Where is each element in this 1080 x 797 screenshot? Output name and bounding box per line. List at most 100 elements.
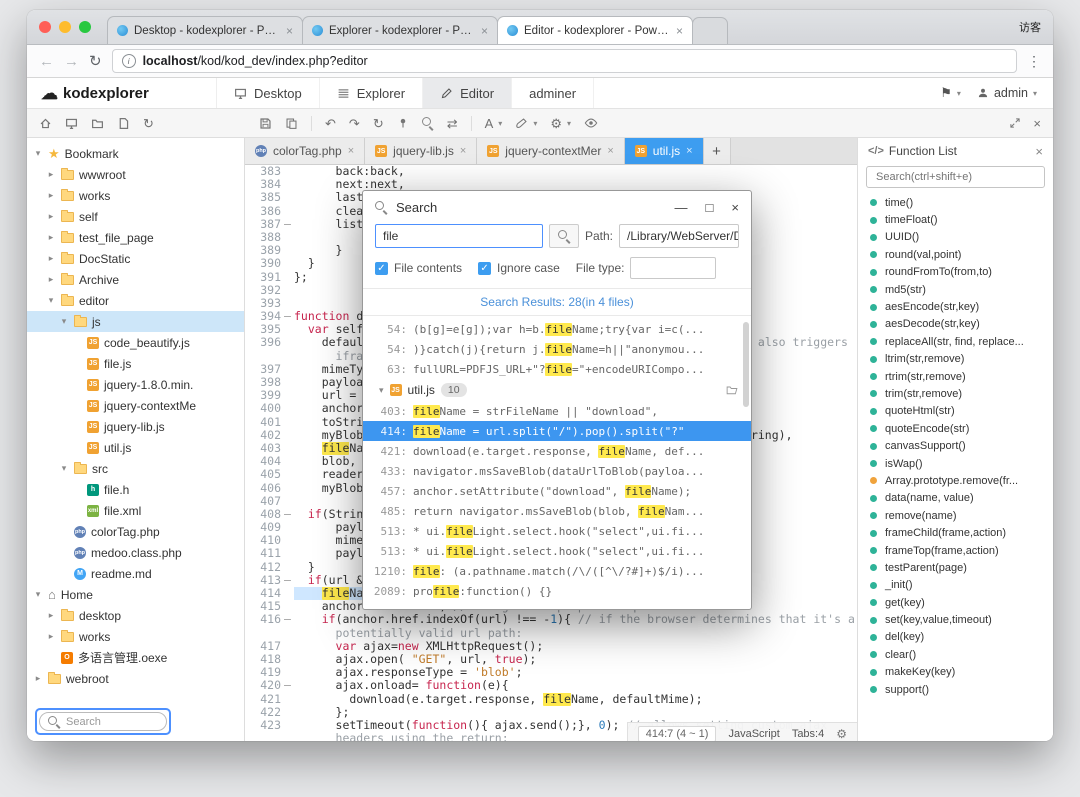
function-list-item[interactable]: round(val,point) — [858, 246, 1053, 263]
tab-close-icon[interactable]: × — [286, 24, 293, 38]
search-result-row[interactable]: 1210:file: (a.pathname.match(/\/([^\/?#]… — [363, 561, 751, 581]
tree-item-Home[interactable]: ▾⌂Home — [27, 584, 244, 605]
fold-marker-icon[interactable]: – — [281, 310, 294, 323]
function-list-item[interactable]: time() — [858, 194, 1053, 211]
refresh-button[interactable]: ↻ — [373, 117, 384, 130]
path-input[interactable]: /Library/WebServer/D — [619, 224, 739, 248]
expand-arrow-icon[interactable]: ▾ — [59, 463, 69, 474]
browser-tab[interactable]: Desktop - kodexplorer - Power× — [107, 16, 303, 44]
function-list-item[interactable]: isWap() — [858, 455, 1053, 472]
site-info-icon[interactable]: i — [122, 54, 136, 68]
theme-button[interactable]: ▾ — [515, 117, 537, 130]
editor-tab-colorTag.php[interactable]: phpcolorTag.php× — [245, 138, 365, 164]
search-result-row[interactable]: 403:fileName = strFileName || "download"… — [363, 401, 751, 421]
tree-item-works[interactable]: ▸works — [27, 626, 244, 647]
home-button[interactable] — [39, 117, 52, 130]
close-button[interactable]: × — [1033, 117, 1041, 130]
close-icon[interactable]: × — [731, 200, 739, 215]
search-query-input[interactable] — [375, 224, 543, 248]
back-icon[interactable]: ← — [39, 54, 54, 69]
search-button[interactable] — [549, 224, 579, 248]
fold-marker-icon[interactable]: – — [281, 613, 294, 626]
code-line[interactable]: 421 download(e.target.response, fileName… — [245, 693, 857, 706]
open-folder-icon[interactable] — [725, 384, 739, 396]
minimize-window-button[interactable] — [59, 21, 71, 33]
function-list-item[interactable]: testParent(page) — [858, 559, 1053, 576]
tree-item-test_file_page[interactable]: ▸test_file_page — [27, 227, 244, 248]
code-line[interactable]: 383 back:back, — [245, 165, 857, 178]
function-list-item[interactable]: md5(str) — [858, 281, 1053, 298]
refresh-button[interactable]: ↻ — [143, 117, 154, 130]
expand-arrow-icon[interactable]: ▸ — [46, 190, 56, 201]
function-list-item[interactable]: frameTop(frame,action) — [858, 542, 1053, 559]
code-line[interactable]: 417 var ajax=new XMLHttpRequest(); — [245, 640, 857, 653]
tree-item-medoo.class.php[interactable]: phpmedoo.class.php — [27, 542, 244, 563]
function-list-item[interactable]: clear() — [858, 646, 1053, 663]
expand-arrow-icon[interactable]: ▸ — [46, 631, 56, 642]
url-field[interactable]: i localhost/kod/kod_dev/index.php?editor — [112, 49, 1017, 73]
nav-item-adminer[interactable]: adminer — [512, 78, 594, 108]
function-list-item[interactable]: get(key) — [858, 594, 1053, 611]
ignore-case-checkbox[interactable] — [478, 262, 491, 275]
function-list-item[interactable]: support() — [858, 681, 1053, 698]
undo-button[interactable]: ↶ — [325, 117, 336, 130]
function-list-item[interactable]: replaceAll(str, find, replace... — [858, 333, 1053, 350]
font-size-button[interactable]: A▾ — [485, 117, 503, 130]
function-list-item[interactable]: quoteHtml(str) — [858, 403, 1053, 420]
expand-arrow-icon[interactable]: ▾ — [33, 589, 43, 600]
fold-marker-icon[interactable]: – — [281, 574, 294, 587]
function-list-item[interactable]: makeKey(key) — [858, 664, 1053, 681]
new-folder-button[interactable] — [91, 117, 104, 130]
tree-item-jquery-contextMe[interactable]: JSjquery-contextMe — [27, 395, 244, 416]
expand-arrow-icon[interactable]: ▾ — [33, 148, 43, 159]
search-result-row[interactable]: 54:(b[g]=e[g]);var h=b.fileName;try{var … — [363, 319, 751, 339]
search-result-row[interactable]: 457:anchor.setAttribute("download", file… — [363, 481, 751, 501]
search-result-row[interactable]: 421:download(e.target.response, fileName… — [363, 441, 751, 461]
tab-close-icon[interactable]: × — [676, 24, 683, 38]
tab-close-icon[interactable]: × — [348, 145, 354, 157]
function-list-item[interactable]: timeFloat() — [858, 211, 1053, 228]
nav-item-editor[interactable]: Editor — [423, 78, 512, 108]
pin-button[interactable] — [397, 117, 409, 129]
function-search[interactable] — [866, 166, 1045, 188]
function-list-item[interactable]: aesDecode(str,key) — [858, 316, 1053, 333]
dialog-titlebar[interactable]: Search — □ × — [363, 191, 751, 223]
maximize-icon[interactable]: □ — [706, 200, 714, 215]
language-menu[interactable]: ⚑ ▾ — [940, 85, 961, 101]
nav-item-desktop[interactable]: Desktop — [217, 78, 320, 108]
browser-tab[interactable]: Editor - kodexplorer - Powered× — [497, 16, 693, 44]
browser-tab[interactable]: Explorer - kodexplorer - Powe× — [302, 16, 498, 44]
user-menu[interactable]: admin ▾ — [977, 86, 1037, 100]
function-list-item[interactable]: UUID() — [858, 229, 1053, 246]
code-line[interactable]: 422 }; — [245, 706, 857, 719]
zoom-window-button[interactable] — [79, 21, 91, 33]
app-logo[interactable]: ☁ kodexplorer — [27, 78, 217, 108]
code-line[interactable]: 418 ajax.open( "GET", url, true); — [245, 653, 857, 666]
tree-item-editor[interactable]: ▾editor — [27, 290, 244, 311]
gear-icon[interactable]: ⚙ — [836, 727, 847, 741]
tree-item-src[interactable]: ▾src — [27, 458, 244, 479]
tree-item-Archive[interactable]: ▸Archive — [27, 269, 244, 290]
scrollbar-thumb[interactable] — [743, 322, 749, 407]
tree-item-file.h[interactable]: hfile.h — [27, 479, 244, 500]
redo-button[interactable]: ↷ — [349, 117, 360, 130]
function-list-item[interactable]: del(key) — [858, 629, 1053, 646]
expand-button[interactable] — [1009, 117, 1021, 129]
file-type-input[interactable] — [630, 257, 716, 279]
tree-item-self[interactable]: ▸self — [27, 206, 244, 227]
expand-arrow-icon[interactable]: ▸ — [46, 169, 56, 180]
settings-button[interactable]: ⚙▾ — [550, 117, 571, 130]
tree-item-readme.md[interactable]: Mreadme.md — [27, 563, 244, 584]
tree-item-DocStatic[interactable]: ▸DocStatic — [27, 248, 244, 269]
new-editor-tab-button[interactable]: + — [704, 138, 731, 164]
new-tab-button[interactable] — [692, 17, 728, 44]
search-result-row[interactable]: 433:navigator.msSaveBlob(dataUrlToBlob(p… — [363, 461, 751, 481]
function-list-item[interactable]: canvasSupport() — [858, 437, 1053, 454]
search-result-row[interactable]: 513:* ui.fileLight.select.hook("select",… — [363, 541, 751, 561]
result-group-util.js[interactable]: ▾JSutil.js10 — [363, 379, 751, 401]
function-list-item[interactable]: data(name, value) — [858, 490, 1053, 507]
search-result-row[interactable]: 54:)}catch(j){return j.fileName=h||"anon… — [363, 339, 751, 359]
compare-button[interactable]: ⇄ — [447, 117, 458, 130]
expand-arrow-icon[interactable]: ▸ — [46, 610, 56, 621]
tabs-count[interactable]: Tabs:4 — [792, 728, 824, 740]
